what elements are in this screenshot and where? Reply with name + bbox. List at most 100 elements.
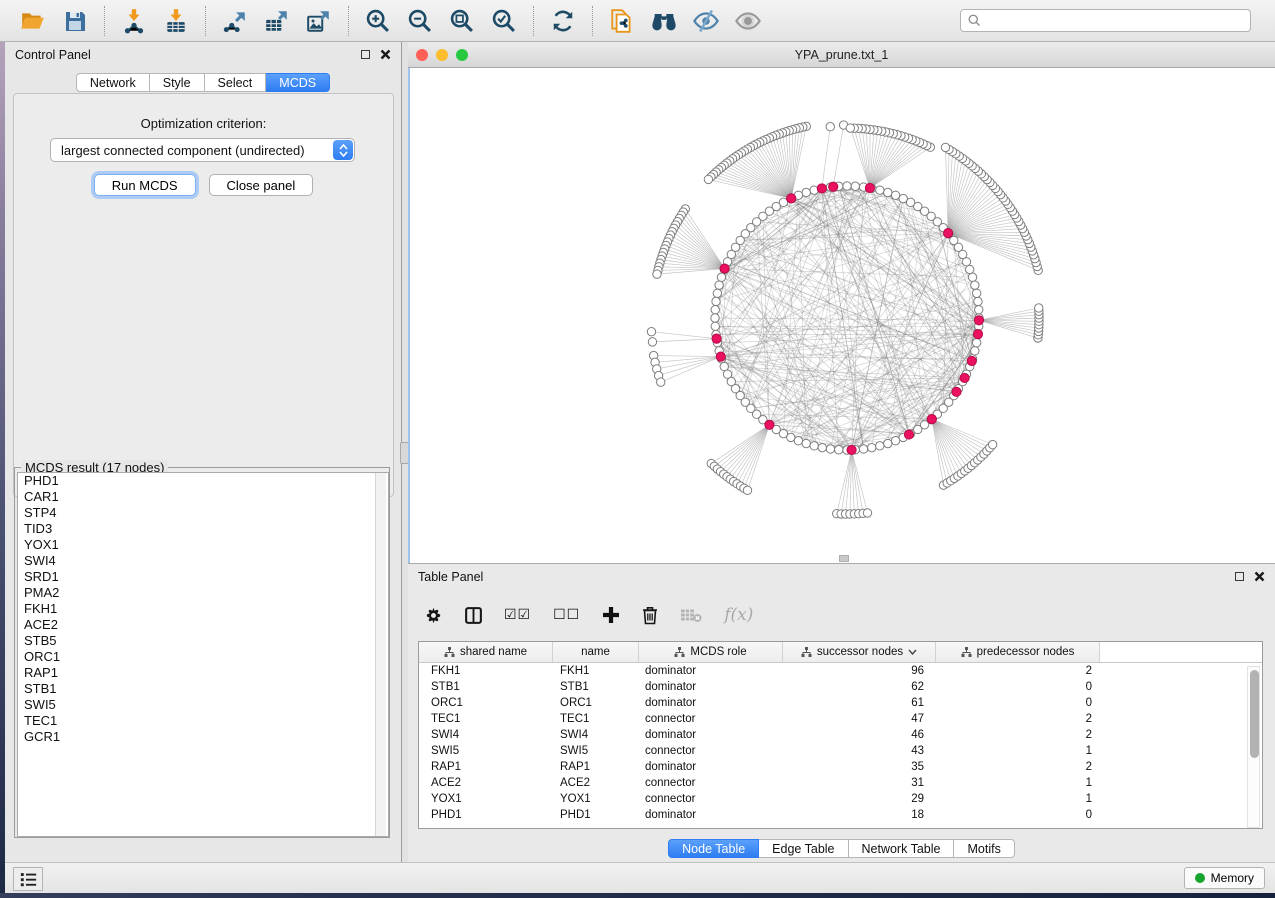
column-visibility-button[interactable]	[465, 602, 482, 628]
mcds-result-item[interactable]: TID3	[18, 521, 388, 537]
cell-predecessor-nodes: 2	[936, 711, 1100, 727]
column-header-predecessor-nodes[interactable]: predecessor nodes	[936, 642, 1100, 662]
search-input[interactable]	[987, 14, 1244, 28]
float-table-panel-icon[interactable]	[1235, 572, 1244, 581]
mcds-result-item[interactable]: PMA2	[18, 585, 388, 601]
memory-button[interactable]: Memory	[1184, 867, 1265, 889]
export-table-icon	[264, 8, 290, 34]
table-row[interactable]: RAP1RAP1dominator352	[419, 759, 1262, 775]
toolbar-search-field[interactable]	[960, 9, 1251, 32]
cell-MCDS-role: connector	[639, 743, 783, 759]
tab-select[interactable]: Select	[205, 73, 267, 92]
column-header-name[interactable]: name	[553, 642, 639, 662]
mcds-result-item[interactable]: PHD1	[18, 473, 388, 489]
save-session-button[interactable]	[58, 4, 92, 38]
import-table-button[interactable]	[159, 4, 193, 38]
table-row[interactable]: PHD1PHD1dominator180	[419, 807, 1262, 823]
mcds-result-item[interactable]: RAP1	[18, 665, 388, 681]
table-settings-button[interactable]	[424, 602, 443, 628]
show-all-button[interactable]	[731, 4, 765, 38]
zoom-in-button[interactable]	[361, 4, 395, 38]
mcds-result-item[interactable]: STB1	[18, 681, 388, 697]
search-network-button[interactable]	[647, 4, 681, 38]
float-panel-icon[interactable]	[361, 50, 370, 59]
open-file-button[interactable]	[16, 4, 50, 38]
cell-MCDS-role: dominator	[639, 695, 783, 711]
cell-predecessor-nodes: 1	[936, 791, 1100, 807]
optimization-criterion-dropdown[interactable]: largest connected component (undirected)	[50, 138, 355, 162]
clear-table-button[interactable]	[680, 602, 702, 628]
task-history-button[interactable]	[13, 867, 43, 891]
refresh-button[interactable]	[546, 4, 580, 38]
tab-motifs[interactable]: Motifs	[954, 839, 1014, 858]
delete-column-button[interactable]	[642, 602, 658, 628]
tab-mcds[interactable]: MCDS	[266, 73, 330, 92]
mcds-result-list[interactable]: PHD1CAR1STP4TID3YOX1SWI4SRD1PMA2FKH1ACE2…	[17, 472, 389, 837]
mcds-result-item[interactable]: STB5	[18, 633, 388, 649]
plus-icon	[602, 606, 620, 624]
import-network-button[interactable]	[117, 4, 151, 38]
mcds-result-item[interactable]: CAR1	[18, 489, 388, 505]
tab-style[interactable]: Style	[150, 73, 205, 92]
mcds-result-item[interactable]: SRD1	[18, 569, 388, 585]
mcds-result-item[interactable]: ORC1	[18, 649, 388, 665]
table-row[interactable]: TEC1TEC1connector472	[419, 711, 1262, 727]
table-row[interactable]: ORC1ORC1dominator610	[419, 695, 1262, 711]
clone-network-icon	[609, 8, 635, 34]
zoom-out-button[interactable]	[403, 4, 437, 38]
zoom-fit-button[interactable]	[445, 4, 479, 38]
mcds-result-item[interactable]: SWI5	[18, 697, 388, 713]
table-row[interactable]: YOX1YOX1connector291	[419, 791, 1262, 807]
mcds-result-item[interactable]: SWI4	[18, 553, 388, 569]
content-area: Control Panel NetworkStyleSelectMCDS Opt…	[0, 42, 1275, 893]
close-table-panel-icon[interactable]	[1254, 571, 1265, 582]
table-row[interactable]: STB1STB1dominator620	[419, 679, 1262, 695]
horizontal-splitter-handle[interactable]	[839, 555, 849, 562]
close-panel-button[interactable]: Close panel	[209, 174, 314, 196]
table-scrollbar[interactable]	[1247, 666, 1260, 828]
tab-node-table[interactable]: Node Table	[668, 839, 759, 858]
table-body: FKH1FKH1dominator962STB1STB1dominator620…	[419, 663, 1262, 823]
application-window: Control Panel NetworkStyleSelectMCDS Opt…	[0, 0, 1275, 893]
cell-name: SWI4	[553, 727, 639, 743]
export-network-button[interactable]	[218, 4, 252, 38]
column-label: shared name	[460, 646, 527, 658]
add-column-button[interactable]	[602, 602, 620, 628]
eye-slash-icon	[692, 7, 720, 35]
apply-function-button[interactable]: f(x)	[724, 605, 753, 625]
list-icon	[20, 872, 37, 887]
cell-predecessor-nodes: 2	[936, 759, 1100, 775]
table-row[interactable]: SWI5SWI5connector431	[419, 743, 1262, 759]
tab-network-table[interactable]: Network Table	[849, 839, 955, 858]
column-header-MCDS-role[interactable]: MCDS role	[639, 642, 783, 662]
tab-edge-table[interactable]: Edge Table	[759, 839, 848, 858]
network-canvas[interactable]	[408, 68, 1275, 563]
table-row[interactable]: FKH1FKH1dominator962	[419, 663, 1262, 679]
mcds-result-item[interactable]: ACE2	[18, 617, 388, 633]
column-header-successor-nodes[interactable]: successor nodes	[783, 642, 936, 662]
tab-network[interactable]: Network	[76, 73, 150, 92]
close-panel-icon[interactable]	[380, 49, 391, 60]
mcds-result-item[interactable]: YOX1	[18, 537, 388, 553]
table-row[interactable]: SWI4SWI4dominator462	[419, 727, 1262, 743]
result-list-scrollbar[interactable]	[375, 473, 386, 836]
zoom-selected-icon	[490, 7, 518, 35]
hide-selected-button[interactable]	[689, 4, 723, 38]
table-header-row: shared name nameMCDS rolesuccessor nodesp…	[419, 642, 1262, 663]
mcds-result-item[interactable]: STP4	[18, 505, 388, 521]
mcds-result-item[interactable]: FKH1	[18, 601, 388, 617]
zoom-selected-button[interactable]	[487, 4, 521, 38]
export-image-button[interactable]	[302, 4, 336, 38]
mcds-result-item[interactable]: TEC1	[18, 713, 388, 729]
clone-network-button[interactable]	[605, 4, 639, 38]
cell-successor-nodes: 47	[783, 711, 936, 727]
column-header-shared-name[interactable]: shared name	[419, 642, 553, 662]
table-row[interactable]: ACE2ACE2connector311	[419, 775, 1262, 791]
mcds-result-item[interactable]: GCR1	[18, 729, 388, 745]
table-scrollbar-thumb[interactable]	[1250, 670, 1259, 758]
deselect-all-button[interactable]: ☐☐	[553, 607, 580, 623]
export-table-button[interactable]	[260, 4, 294, 38]
select-all-button[interactable]: ☑☑	[504, 607, 531, 623]
run-mcds-button[interactable]: Run MCDS	[94, 174, 196, 196]
network-graph[interactable]	[410, 68, 1275, 563]
